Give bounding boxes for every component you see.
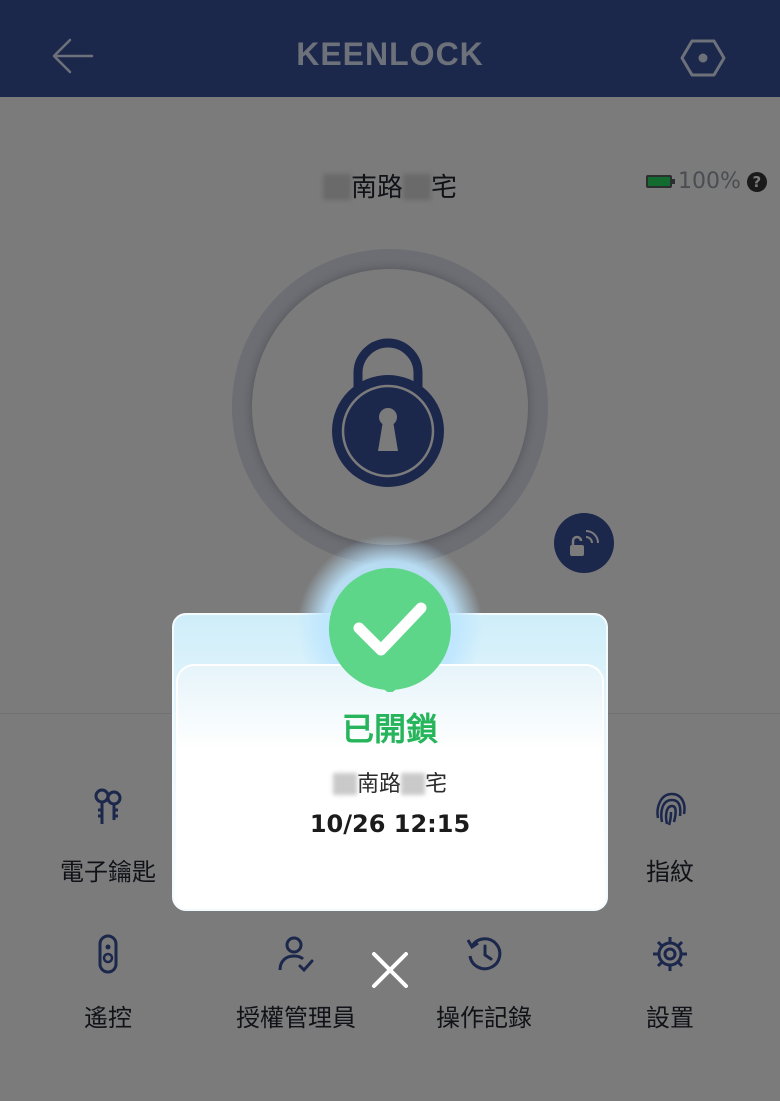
remote-control-icon bbox=[98, 934, 118, 974]
function-label: 指紋 bbox=[646, 858, 694, 886]
redacted-text bbox=[322, 174, 351, 200]
lock-name-part: 南路 bbox=[356, 772, 401, 797]
app-title: KEENLOCK bbox=[296, 36, 484, 72]
keys-icon bbox=[94, 788, 122, 824]
hexagon-settings-icon[interactable] bbox=[680, 38, 726, 78]
fingerprint-icon bbox=[656, 792, 686, 826]
battery-status: 100% ? bbox=[646, 169, 767, 194]
wireless-lock-icon bbox=[570, 530, 599, 556]
function-fingerprint[interactable]: 指紋 bbox=[590, 788, 750, 887]
redacted-text bbox=[401, 773, 425, 795]
battery-level: 100% bbox=[678, 169, 741, 194]
function-settings[interactable]: 設置 bbox=[590, 934, 750, 1033]
user-check-icon bbox=[278, 936, 314, 973]
function-remote-control[interactable]: 遙控 bbox=[28, 934, 188, 1033]
close-icon[interactable] bbox=[366, 946, 414, 994]
function-label: 設置 bbox=[646, 1004, 694, 1032]
app-header: KEENLOCK bbox=[0, 0, 780, 97]
redacted-text bbox=[332, 773, 357, 795]
function-label: 授權管理員 bbox=[236, 1004, 356, 1032]
function-label: 操作記錄 bbox=[436, 1004, 532, 1032]
unlock-lock-name: 南路宅 bbox=[176, 766, 604, 798]
lock-name-part: 南路 bbox=[350, 173, 403, 203]
lock-name-part: 宅 bbox=[425, 772, 448, 797]
battery-icon bbox=[646, 175, 675, 188]
padlock-icon bbox=[332, 338, 444, 487]
function-label: 遙控 bbox=[84, 1004, 132, 1032]
unlock-time: 10/26 12:15 bbox=[309, 810, 471, 838]
function-operation-history[interactable]: 操作記錄 bbox=[404, 934, 564, 1033]
function-label: 電子鑰匙 bbox=[60, 858, 156, 886]
redacted-text bbox=[403, 174, 431, 200]
history-icon bbox=[466, 937, 502, 971]
lock-name-part: 宅 bbox=[431, 173, 458, 203]
remote-unlock-button[interactable] bbox=[554, 513, 614, 573]
check-circle-icon bbox=[328, 568, 451, 692]
help-icon[interactable]: ? bbox=[746, 171, 767, 192]
function-authorized-admin[interactable]: 授權管理員 bbox=[216, 934, 376, 1033]
gear-icon bbox=[653, 937, 687, 971]
function-electronic-key[interactable]: 電子鑰匙 bbox=[28, 788, 188, 887]
unlock-status-title: 已開鎖 bbox=[341, 710, 438, 748]
